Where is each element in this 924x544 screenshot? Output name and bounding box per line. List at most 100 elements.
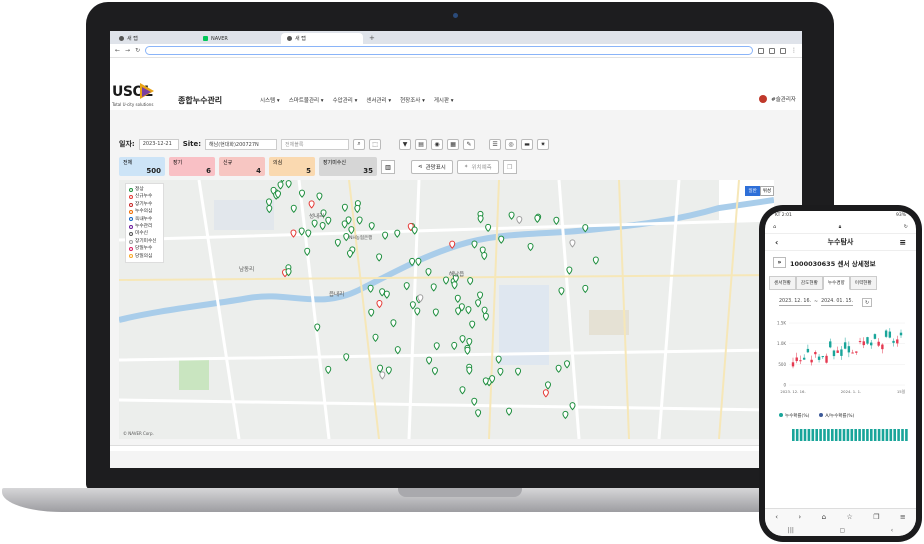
legend-item[interactable]: 장기미수신 bbox=[129, 238, 160, 245]
hamburger-icon[interactable]: ≡ bbox=[899, 238, 906, 247]
doc-icon[interactable]: ▤ bbox=[415, 138, 428, 150]
extension-icon[interactable] bbox=[758, 47, 764, 54]
legend-item[interactable]: 누수의심 bbox=[129, 208, 160, 215]
stat-suspect[interactable]: 의심 5 bbox=[269, 157, 315, 176]
probability-bar bbox=[858, 429, 861, 441]
reload-icon[interactable]: ↻ bbox=[135, 47, 140, 54]
sensor-title-text: 1000030635 센서 상세정보 bbox=[790, 259, 876, 268]
forward-icon[interactable]: › bbox=[798, 513, 801, 521]
back-icon[interactable]: ← bbox=[115, 47, 120, 54]
menu-item[interactable]: 현장조사 ▾ bbox=[400, 96, 425, 104]
menu-icon[interactable]: ≡ bbox=[900, 513, 906, 521]
date-field[interactable]: 2023-12-21 bbox=[138, 138, 179, 150]
legend-item[interactable]: 당일누수 bbox=[129, 245, 160, 252]
map-normal-button[interactable]: 일반 bbox=[745, 186, 760, 196]
search-button[interactable]: ⌕ bbox=[353, 138, 366, 150]
legend-item[interactable]: 옥내누수 bbox=[129, 216, 160, 223]
stat-value: 6 bbox=[206, 167, 211, 175]
back-nav-icon[interactable]: ‹ bbox=[891, 527, 893, 534]
table-icon[interactable]: ▦ bbox=[447, 138, 460, 150]
tab-leak-trend[interactable]: 누수경향 bbox=[822, 276, 850, 290]
home-button-icon[interactable]: ▢ bbox=[839, 527, 845, 534]
forward-icon[interactable]: → bbox=[125, 47, 130, 54]
refresh-icon[interactable]: ↻ bbox=[862, 298, 873, 307]
browser-tab[interactable]: 새 탭 bbox=[113, 33, 195, 44]
tab-sensor-status[interactable]: 센서현황 bbox=[769, 276, 796, 290]
home-icon[interactable]: ⌂ bbox=[773, 224, 776, 230]
browser-tab[interactable]: NAVER bbox=[197, 33, 279, 44]
menu-item[interactable]: 센서관리 ▾ bbox=[366, 96, 391, 104]
user-name: #슬관리자 bbox=[771, 97, 796, 103]
candle-body bbox=[873, 334, 877, 339]
status-time: KT 2:01 bbox=[775, 213, 792, 218]
legend-item[interactable]: A/누수확률(%) bbox=[819, 413, 854, 419]
menu-icon[interactable]: ⋮ bbox=[791, 47, 797, 54]
date-from[interactable]: 2023. 12. 16. bbox=[779, 299, 812, 306]
phone-url-bar[interactable]: ⌂ 🔒︎ ↻ bbox=[765, 221, 916, 234]
map-view[interactable]: 정상 신규누수 장기누수 누수의심 옥내누수 누수관리 미수신 장기미수신 당일… bbox=[119, 180, 774, 439]
stat-new[interactable]: 신규 4 bbox=[219, 157, 265, 176]
tab-history[interactable]: 이력현황 bbox=[849, 276, 877, 290]
site-select[interactable]: 해남(현대화)200727N bbox=[205, 138, 278, 150]
copy-icon[interactable]: ❐ bbox=[502, 160, 517, 174]
stat-long-term[interactable]: 장기 6 bbox=[169, 157, 215, 176]
legend-item[interactable]: 신규누수 bbox=[129, 193, 160, 200]
location-icon[interactable]: ◎ bbox=[505, 138, 518, 150]
legend-item[interactable]: 누수확률(%) bbox=[779, 413, 809, 419]
trend-chart: 1.5K 1.0K 500 02023. 12. 16. 2024. 1. 1. 15일 bbox=[777, 321, 906, 395]
profile-icon[interactable] bbox=[780, 47, 786, 54]
probability-bar bbox=[866, 429, 869, 441]
menu-item[interactable]: 스마트물관리 ▾ bbox=[289, 96, 324, 104]
pipe-display-button[interactable]: ⋖ 관망표시 bbox=[411, 160, 453, 174]
legend-item[interactable]: 당일의심 bbox=[129, 253, 160, 260]
reload-icon[interactable]: ↻ bbox=[904, 224, 908, 230]
download-icon[interactable] bbox=[769, 47, 775, 54]
stat-value: 35 bbox=[363, 167, 373, 175]
compass-icon[interactable]: ✷ bbox=[537, 138, 550, 150]
legend-item[interactable]: 정상 bbox=[129, 186, 160, 193]
pin-icon[interactable]: ◉ bbox=[431, 138, 444, 150]
menu-item[interactable]: 수압관리 ▾ bbox=[333, 96, 358, 104]
filter-icon[interactable]: ▼ bbox=[399, 138, 412, 150]
location-predict-button[interactable]: ✦ 위치예측 bbox=[456, 160, 499, 174]
probability-bar bbox=[842, 429, 846, 441]
truck-icon[interactable]: ▬ bbox=[521, 138, 534, 150]
legend-item[interactable]: 누수관리 bbox=[129, 223, 160, 230]
candle-body bbox=[858, 341, 862, 343]
legend-item[interactable]: 장기누수 bbox=[129, 201, 160, 208]
legend-dot bbox=[129, 239, 133, 244]
back-icon[interactable]: ‹ bbox=[775, 238, 778, 247]
stat-total[interactable]: 전체 500 bbox=[119, 157, 165, 176]
stat-no-receive[interactable]: 장기미수신 35 bbox=[319, 157, 377, 176]
tab-sensitivity[interactable]: 감도현황 bbox=[795, 276, 823, 290]
chart-icon[interactable]: ▥ bbox=[381, 160, 395, 174]
legend-item[interactable]: 미수신 bbox=[129, 230, 160, 237]
candle-body bbox=[877, 341, 880, 346]
map-satellite-button[interactable]: 위성 bbox=[759, 186, 774, 196]
browser-tabbar: 새 탭 NAVER 새 탭 + bbox=[110, 31, 802, 44]
double-chevron-icon[interactable]: » bbox=[773, 257, 786, 268]
address-bar[interactable] bbox=[145, 46, 753, 55]
bookmark-icon[interactable]: ☆ bbox=[847, 513, 853, 521]
candle-body bbox=[896, 339, 899, 344]
candle-body bbox=[866, 337, 869, 344]
edit-icon[interactable]: ✎ bbox=[463, 138, 476, 150]
candle-body bbox=[881, 344, 884, 350]
recent-apps-icon[interactable]: ||| bbox=[788, 527, 794, 534]
home-icon[interactable]: ⌂ bbox=[822, 513, 826, 521]
user-menu[interactable]: #슬관리자 bbox=[759, 95, 796, 103]
probability-bar bbox=[846, 429, 850, 441]
zoom-area-button[interactable]: ⬚ bbox=[369, 138, 382, 150]
candle-body bbox=[791, 362, 795, 367]
back-icon[interactable]: ‹ bbox=[775, 513, 778, 521]
new-tab-button[interactable]: + bbox=[365, 34, 379, 44]
block-select[interactable]: 전체블록 bbox=[281, 138, 350, 150]
date-to[interactable]: 2024. 01. 15. bbox=[821, 299, 854, 306]
menu-item[interactable]: 시스템 ▾ bbox=[260, 96, 280, 104]
avatar bbox=[759, 95, 768, 103]
browser-tab-active[interactable]: 새 탭 bbox=[281, 33, 363, 44]
menu-item[interactable]: 게시판 ▾ bbox=[434, 96, 454, 104]
list-icon[interactable]: ☰ bbox=[489, 138, 502, 150]
tab-label: 새 탭 bbox=[295, 36, 306, 42]
tabs-icon[interactable]: ❐ bbox=[873, 513, 879, 521]
